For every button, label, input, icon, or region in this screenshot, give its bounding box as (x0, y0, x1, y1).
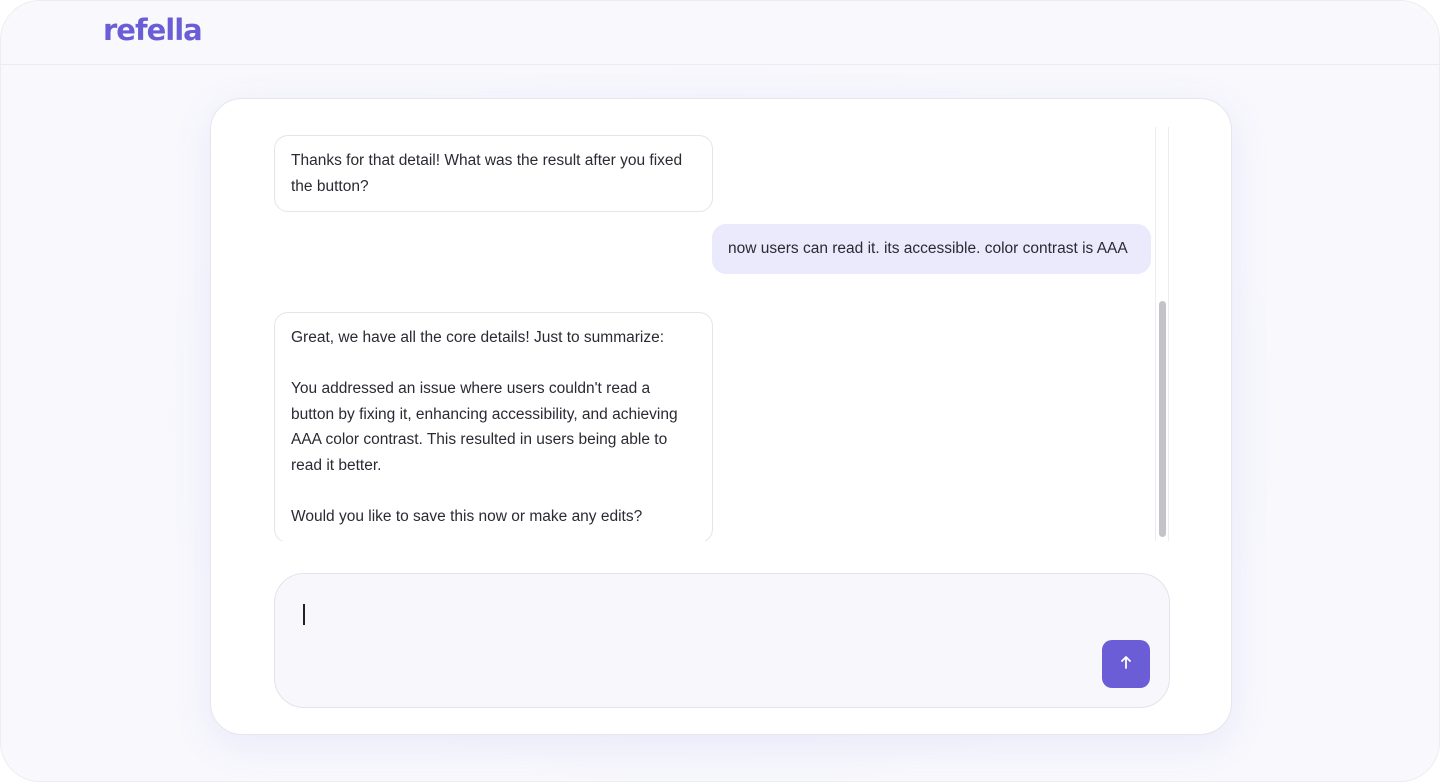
message-composer[interactable] (274, 573, 1170, 708)
chat-card: Thanks for that detail! What was the res… (210, 98, 1232, 735)
app-frame: refella Thanks for that detail! What was… (0, 0, 1440, 782)
scrollbar-track[interactable] (1155, 127, 1169, 541)
scrollbar-thumb[interactable] (1159, 301, 1166, 537)
user-message: now users can read it. its accessible. c… (712, 224, 1151, 274)
arrow-up-icon (1119, 654, 1133, 675)
assistant-message: Great, we have all the core details! Jus… (274, 312, 713, 541)
message-input[interactable] (303, 600, 1087, 632)
top-bar: refella (1, 1, 1439, 65)
message-list[interactable]: Thanks for that detail! What was the res… (274, 127, 1152, 541)
assistant-message: Thanks for that detail! What was the res… (274, 135, 713, 213)
brand-logo[interactable]: refella (103, 13, 203, 47)
send-button[interactable] (1102, 640, 1150, 688)
text-caret (303, 604, 305, 625)
